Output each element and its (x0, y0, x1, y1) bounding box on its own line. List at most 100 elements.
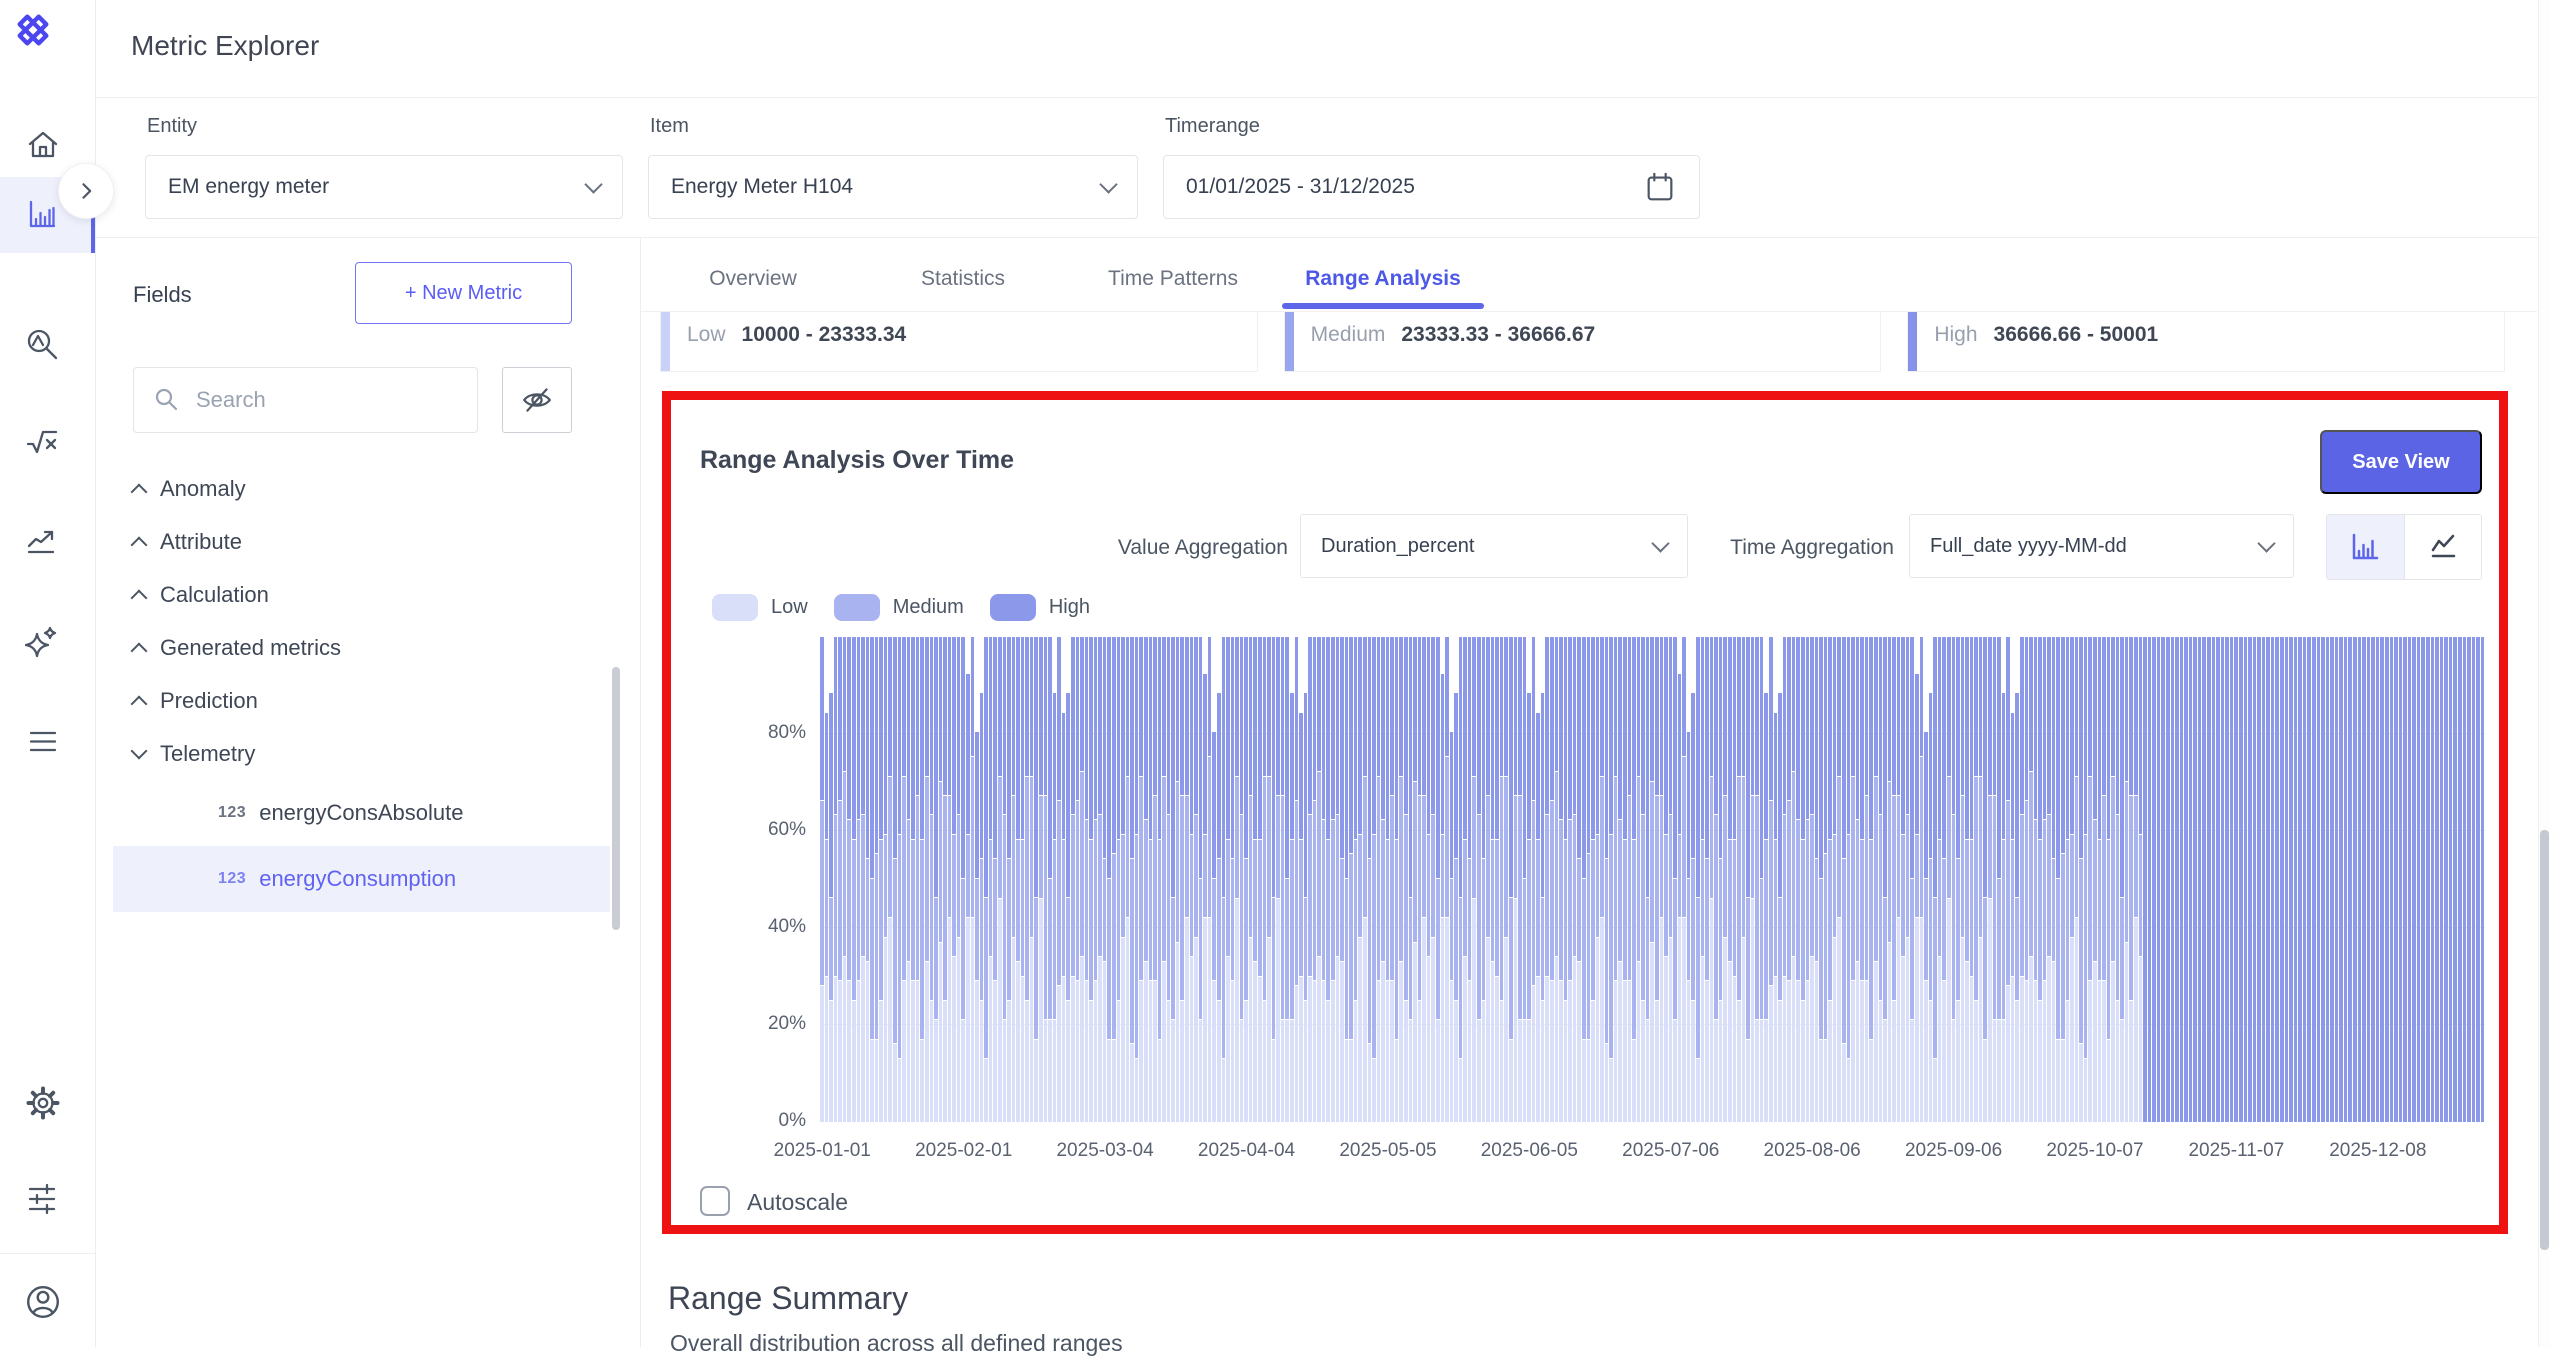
bar[interactable] (2367, 637, 2371, 1122)
bar[interactable] (866, 637, 870, 1122)
bar[interactable] (2015, 693, 2019, 1122)
bar[interactable] (2330, 637, 2334, 1122)
fields-scrollbar-thumb[interactable] (612, 667, 620, 930)
bar[interactable] (2326, 637, 2330, 1122)
bar[interactable] (1463, 637, 1467, 1122)
bar[interactable] (1746, 637, 1750, 1122)
bar[interactable] (1710, 637, 1714, 1122)
bar[interactable] (2348, 637, 2352, 1122)
bar[interactable] (2289, 637, 2293, 1122)
bar[interactable] (1203, 674, 1207, 1122)
bar[interactable] (2139, 637, 2143, 1122)
bar[interactable] (1577, 637, 1581, 1122)
square-root-icon[interactable] (24, 424, 62, 462)
bar[interactable] (989, 637, 993, 1122)
bar[interactable] (2344, 637, 2348, 1122)
bar[interactable] (2376, 637, 2380, 1122)
bar[interactable] (1048, 637, 1052, 1122)
bar[interactable] (1404, 637, 1408, 1122)
bar[interactable] (1427, 637, 1431, 1122)
bar[interactable] (2271, 637, 2275, 1122)
bar[interactable] (1874, 637, 1878, 1122)
field-group-telemetry[interactable]: Telemetry (95, 727, 615, 780)
bar[interactable] (1910, 637, 1914, 1122)
field-item-energyconsabsolute[interactable]: 123energyConsAbsolute (113, 780, 610, 846)
bar[interactable] (1970, 637, 1974, 1122)
bar[interactable] (2280, 637, 2284, 1122)
app-logo-icon[interactable] (14, 11, 52, 49)
bar[interactable] (1295, 637, 1299, 1122)
bar[interactable] (1897, 637, 1901, 1122)
bar[interactable] (1856, 637, 1860, 1122)
bar[interactable] (1920, 637, 1924, 1122)
bar[interactable] (1190, 637, 1194, 1122)
bar[interactable] (1764, 693, 1768, 1122)
bar[interactable] (2061, 637, 2065, 1122)
bar[interactable] (2070, 637, 2074, 1122)
bar[interactable] (1034, 637, 1038, 1122)
bar[interactable] (1536, 713, 1540, 1122)
bar[interactable] (2339, 637, 2343, 1122)
bar[interactable] (1149, 637, 1153, 1122)
bar[interactable] (1381, 637, 1385, 1122)
bar[interactable] (1053, 693, 1057, 1122)
bar[interactable] (961, 637, 965, 1122)
bar[interactable] (2111, 637, 2115, 1122)
bar[interactable] (1728, 637, 1732, 1122)
bar[interactable] (1103, 637, 1107, 1122)
bar[interactable] (1180, 637, 1184, 1122)
bar[interactable] (1646, 637, 1650, 1122)
bar[interactable] (1267, 637, 1271, 1122)
bar[interactable] (1938, 637, 1942, 1122)
bar[interactable] (998, 637, 1002, 1122)
bar[interactable] (2257, 637, 2261, 1122)
bar[interactable] (1176, 637, 1180, 1122)
bar[interactable] (1504, 637, 1508, 1122)
time-aggregation-select[interactable]: Full_date yyyy-MM-dd (1909, 514, 2294, 578)
autoscale-checkbox[interactable] (700, 1186, 730, 1216)
bar[interactable] (1783, 637, 1787, 1122)
timerange-input[interactable]: 01/01/2025 - 31/12/2025 (1163, 155, 1700, 219)
bar[interactable] (1477, 637, 1481, 1122)
bar[interactable] (2075, 637, 2079, 1122)
bar[interactable] (1281, 637, 1285, 1122)
bar[interactable] (1892, 637, 1896, 1122)
bar[interactable] (1591, 637, 1595, 1122)
bar[interactable] (1815, 637, 1819, 1122)
bar[interactable] (2189, 637, 2193, 1122)
bar[interactable] (2212, 637, 2216, 1122)
bar[interactable] (1974, 637, 1978, 1122)
sidebar-expand-button[interactable] (58, 163, 114, 219)
bar[interactable] (971, 637, 975, 1122)
bar[interactable] (1737, 637, 1741, 1122)
field-group-calculation[interactable]: Calculation (95, 568, 615, 621)
bar[interactable] (2262, 637, 2266, 1122)
bar[interactable] (2088, 637, 2092, 1122)
bar[interactable] (1901, 637, 1905, 1122)
tab-range-analysis[interactable]: Range Analysis (1278, 248, 1488, 310)
bar[interactable] (2166, 637, 2170, 1122)
bar[interactable] (2056, 637, 2060, 1122)
tab-statistics[interactable]: Statistics (858, 248, 1068, 310)
bar[interactable] (1144, 637, 1148, 1122)
bar[interactable] (1021, 637, 1025, 1122)
bar[interactable] (1030, 637, 1034, 1122)
bar[interactable] (1514, 637, 1518, 1122)
bar[interactable] (930, 637, 934, 1122)
bar[interactable] (1066, 693, 1070, 1122)
bar[interactable] (1678, 674, 1682, 1122)
value-aggregation-select[interactable]: Duration_percent (1300, 514, 1688, 578)
bar[interactable] (1399, 637, 1403, 1122)
bar[interactable] (1518, 637, 1522, 1122)
field-group-prediction[interactable]: Prediction (95, 674, 615, 727)
bar[interactable] (993, 637, 997, 1122)
bar[interactable] (1071, 637, 1075, 1122)
bar[interactable] (2426, 637, 2430, 1122)
bar[interactable] (1979, 637, 1983, 1122)
bar[interactable] (1760, 637, 1764, 1122)
bar[interactable] (1208, 637, 1212, 1122)
user-icon[interactable] (24, 1283, 62, 1321)
bar[interactable] (2248, 637, 2252, 1122)
bar[interactable] (1285, 637, 1289, 1122)
bar[interactable] (916, 637, 920, 1122)
